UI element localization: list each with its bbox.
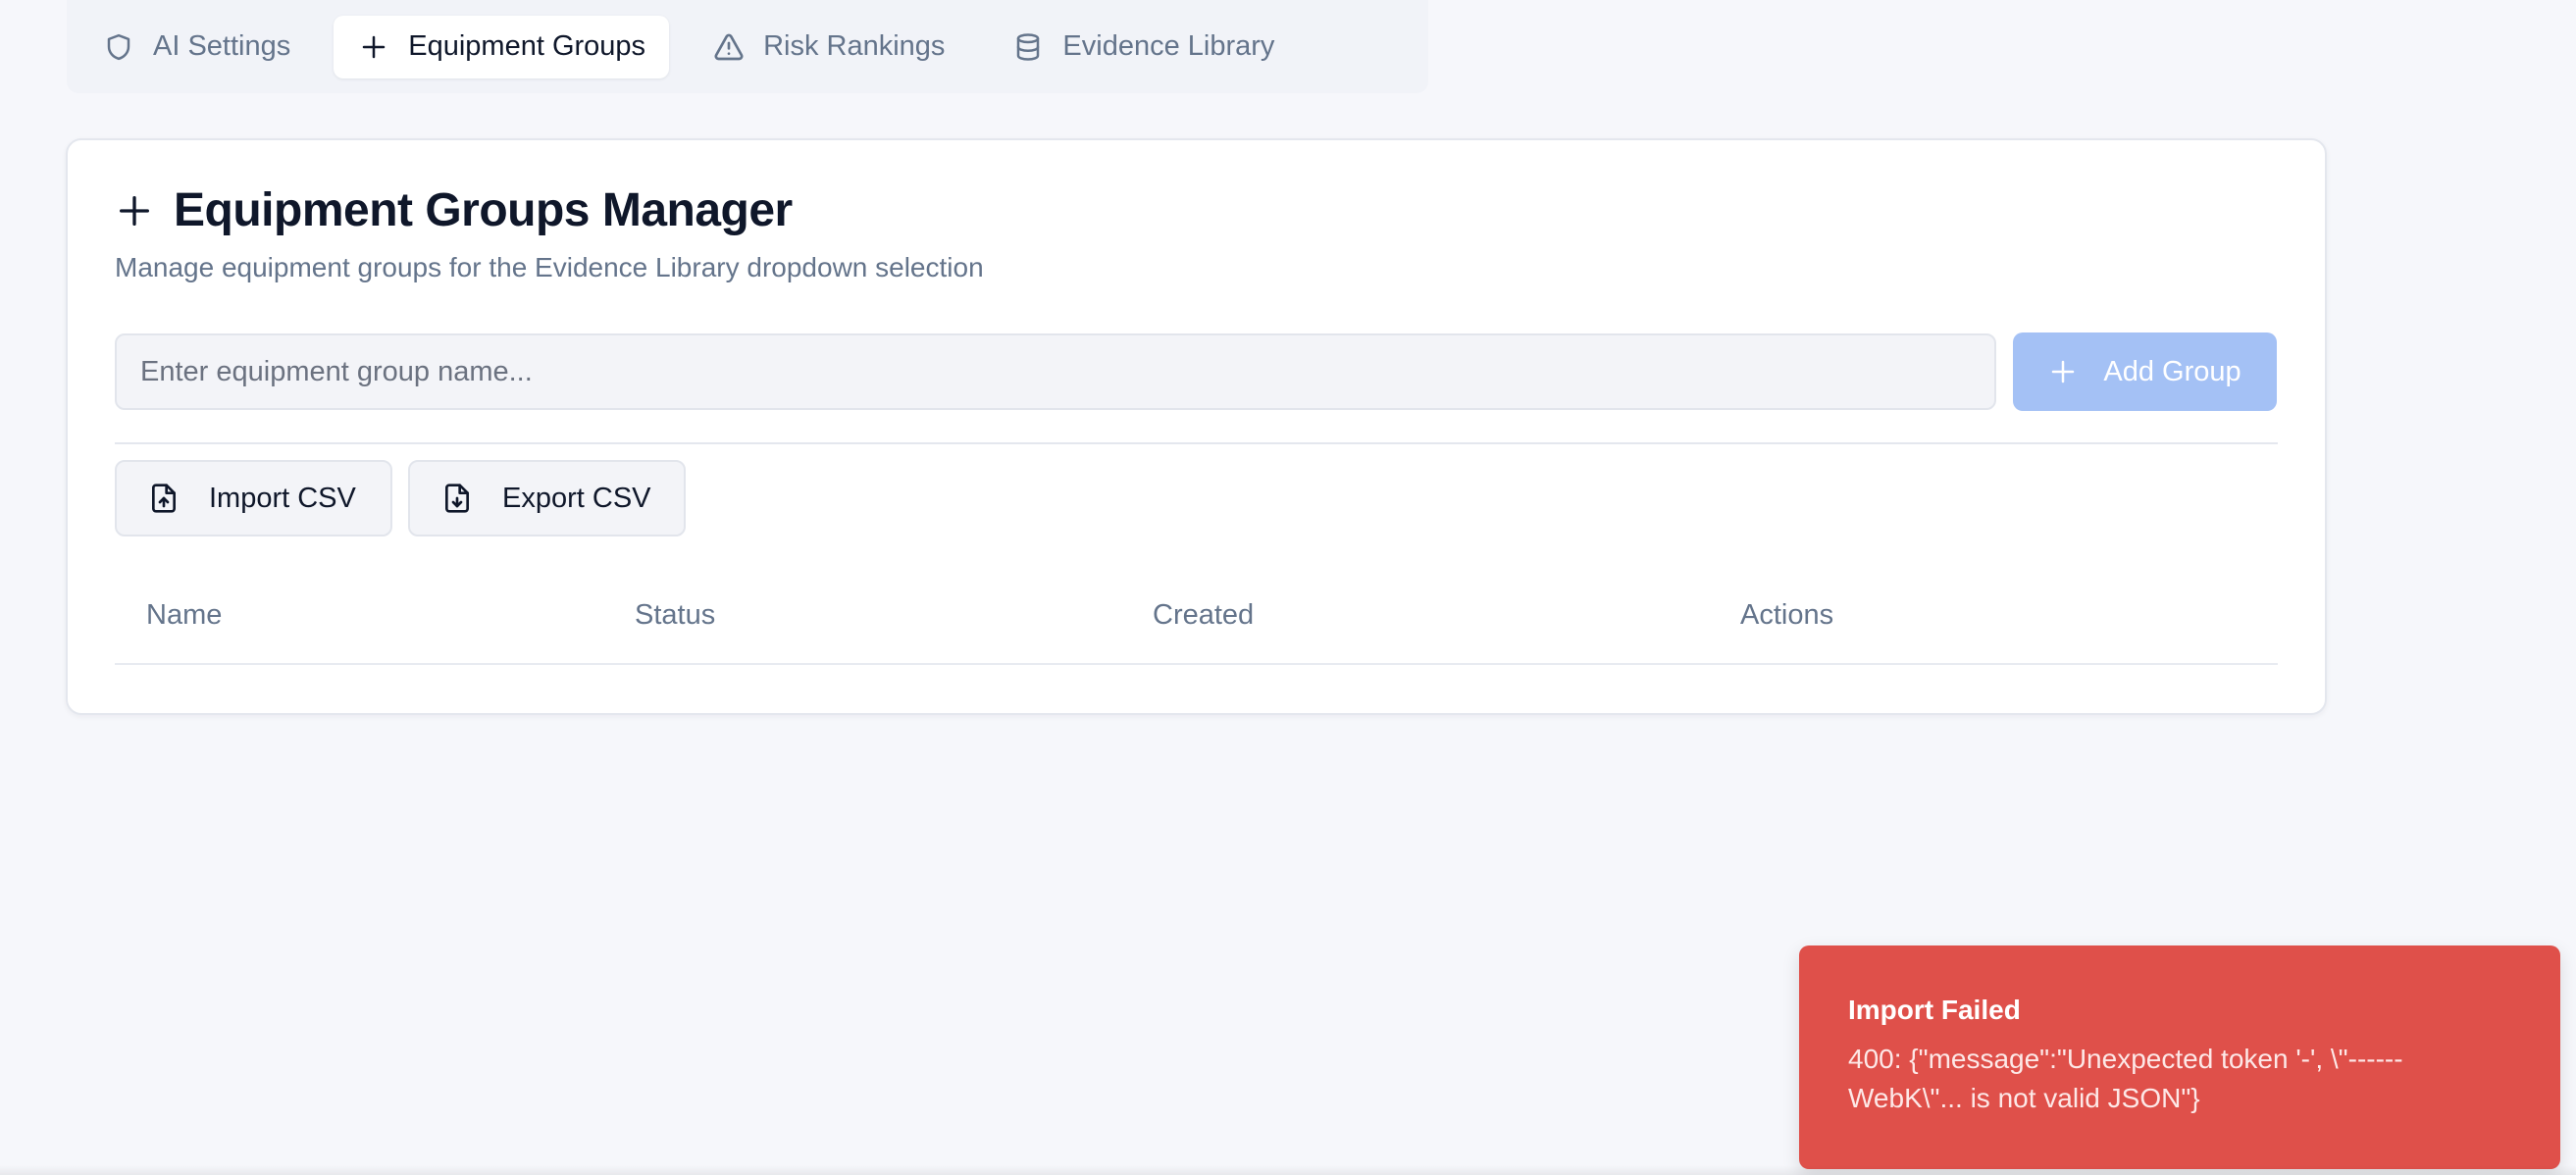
warning-triangle-icon	[712, 30, 746, 64]
database-icon	[1011, 30, 1045, 64]
tab-ai-settings[interactable]: AI Settings	[78, 16, 314, 78]
equipment-groups-card: Equipment Groups Manager Manage equipmen…	[66, 138, 2327, 715]
export-csv-button[interactable]: Export CSV	[408, 460, 686, 536]
column-header-name: Name	[146, 599, 223, 631]
settings-tabs: AI Settings Equipment Groups Risk Rankin…	[67, 0, 1428, 93]
column-header-created: Created	[1153, 599, 1255, 631]
equipment-group-name-input[interactable]	[115, 333, 1996, 410]
toast-message: 400: {"message":"Unexpected token '-', \…	[1848, 1044, 2403, 1113]
import-csv-button[interactable]: Import CSV	[115, 460, 392, 536]
file-download-icon	[441, 483, 473, 514]
page-subtitle: Manage equipment groups for the Evidence…	[115, 252, 984, 282]
plus-icon	[115, 191, 154, 230]
tab-equipment-groups[interactable]: Equipment Groups	[334, 15, 670, 78]
add-group-button[interactable]: Add Group	[2013, 332, 2277, 411]
tab-evidence-library[interactable]: Evidence Library	[988, 16, 1298, 78]
tab-risk-rankings[interactable]: Risk Rankings	[689, 16, 968, 78]
file-upload-icon	[148, 483, 180, 514]
card-header: Equipment Groups Manager	[115, 183, 793, 237]
page-title: Equipment Groups Manager	[174, 184, 793, 236]
plus-icon	[357, 30, 390, 64]
tab-label: AI Settings	[153, 30, 291, 62]
bottom-shadow	[0, 1165, 2576, 1175]
error-toast[interactable]: Import Failed 400: {"message":"Unexpecte…	[1799, 945, 2560, 1169]
toast-title: Import Failed	[1848, 995, 2021, 1025]
divider	[115, 442, 2278, 444]
tab-label: Risk Rankings	[763, 30, 946, 62]
column-header-status: Status	[635, 599, 716, 631]
export-csv-label: Export CSV	[502, 482, 651, 514]
tab-label: Equipment Groups	[408, 30, 646, 62]
shield-icon	[102, 30, 135, 64]
import-csv-label: Import CSV	[209, 482, 356, 514]
column-header-actions: Actions	[1740, 599, 1834, 631]
add-group-label: Add Group	[2103, 355, 2241, 387]
table-header-divider	[115, 663, 2278, 665]
plus-icon	[2048, 357, 2078, 386]
tab-label: Evidence Library	[1062, 30, 1275, 62]
